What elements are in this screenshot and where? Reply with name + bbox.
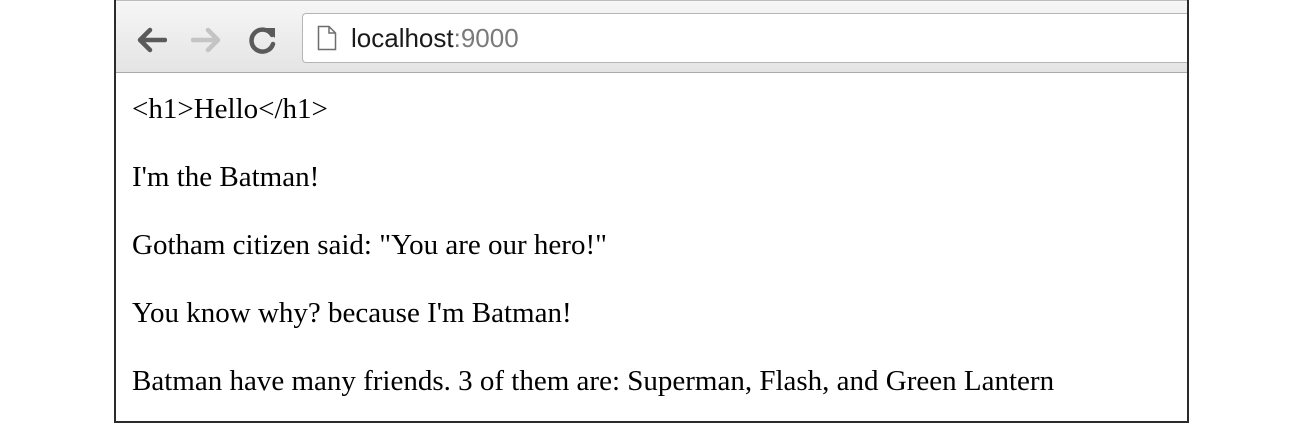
address-bar[interactable]: localhost:9000	[302, 13, 1187, 63]
forward-button[interactable]	[190, 23, 224, 57]
browser-window: localhost:9000 <h1>Hello</h1> I'm the Ba…	[114, 0, 1189, 423]
content-line-friends: Batman have many friends. 3 of them are:…	[132, 365, 1055, 397]
content-line-gotham-quote: Gotham citizen said: "You are our hero!"	[132, 229, 607, 261]
reload-button[interactable]	[246, 23, 280, 57]
content-line-escaped-heading: <h1>Hello</h1>	[132, 93, 328, 125]
forward-arrow-icon	[191, 27, 221, 53]
content-line-know-why: You know why? because I'm Batman!	[132, 297, 572, 329]
back-button[interactable]	[134, 23, 168, 57]
url-host: localhost	[351, 22, 454, 53]
url-port: :9000	[453, 22, 519, 53]
content-line-batman: I'm the Batman!	[132, 161, 320, 193]
browser-toolbar: localhost:9000	[116, 0, 1187, 73]
address-url[interactable]: localhost:9000	[351, 23, 519, 54]
back-arrow-icon	[137, 27, 167, 53]
reload-icon	[249, 27, 276, 54]
page-document-icon	[317, 25, 337, 51]
